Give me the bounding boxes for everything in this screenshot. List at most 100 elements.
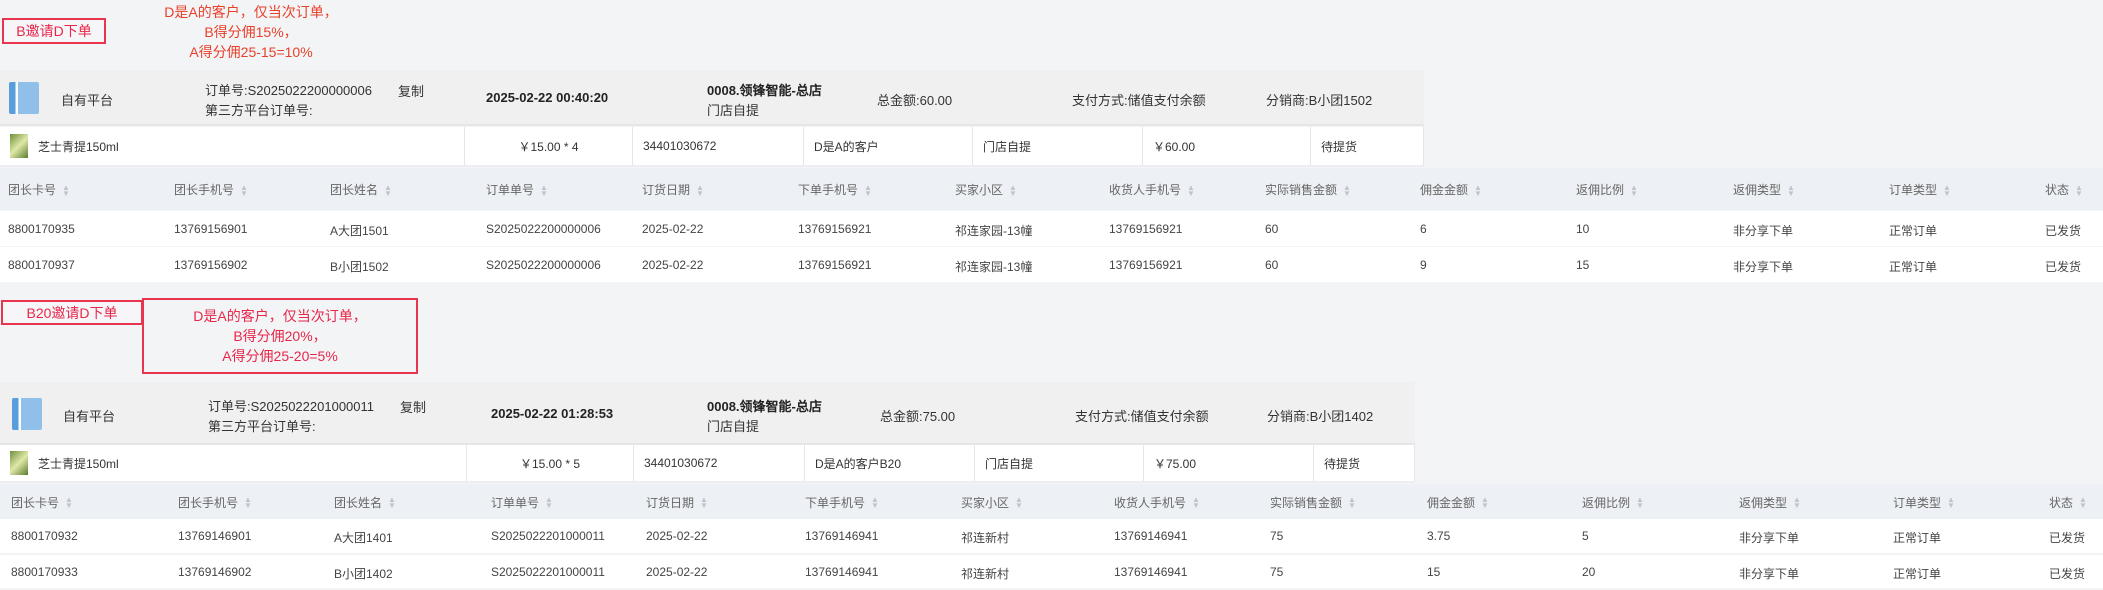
column-header[interactable]: 团长姓名 ▲ ▼: [334, 494, 396, 511]
table-cell: 20: [1582, 564, 1596, 579]
sort-icon[interactable]: ▲ ▼: [700, 496, 708, 510]
annotation-line: D是A的客户，仅当次订单，: [164, 4, 338, 20]
product-price-qty: ￥15.00 * 4: [465, 127, 633, 165]
table-cell: 已发货: [2049, 531, 2086, 545]
table-cell: 13769146901: [178, 529, 252, 543]
column-header[interactable]: 返佣比例 ▲ ▼: [1582, 494, 1644, 511]
sort-icon[interactable]: ▲ ▼: [545, 496, 553, 510]
table-row: 8800170933 13769146902 B小团1402 S20250222010…: [0, 555, 2103, 588]
column-header[interactable]: 订货日期 ▲ ▼: [642, 181, 704, 198]
column-header[interactable]: 实际销售金额 ▲ ▼: [1270, 494, 1356, 511]
sort-icon[interactable]: ▲ ▼: [62, 183, 70, 197]
sort-icon[interactable]: ▲ ▼: [871, 496, 879, 510]
column-header[interactable]: 订单单号 ▲ ▼: [491, 494, 553, 511]
sort-icon[interactable]: ▲ ▼: [1787, 183, 1795, 197]
table-cell: 3.75: [1427, 529, 1451, 543]
sort-icon[interactable]: ▲ ▼: [2079, 496, 2087, 510]
table-header: 团长卡号 ▲ ▼ 团长手机号 ▲ ▼ 团长姓名 ▲ ▼ 订单单号 ▲ ▼ 订货日期 ▲ ▼ 下单手机号 ▲ ▼ 买家…: [0, 168, 2103, 210]
product-row: 芝士青提150ml ￥15.00 * 5 34401030672 D是A的客户B20 门…: [0, 445, 1415, 483]
column-label: 团长姓名: [330, 183, 379, 197]
sort-icon[interactable]: ▲ ▼: [1793, 496, 1801, 510]
sort-icon[interactable]: ▲ ▼: [1348, 496, 1356, 510]
table-cell: 75: [1270, 529, 1284, 543]
column-header[interactable]: 状态 ▲ ▼: [2045, 181, 2083, 198]
column-header[interactable]: 返佣类型 ▲ ▼: [1739, 494, 1801, 511]
column-header[interactable]: 收货人手机号 ▲ ▼: [1114, 494, 1200, 511]
table-cell: 非分享下单: [1733, 259, 1794, 274]
sort-icon[interactable]: ▲ ▼: [1947, 496, 1955, 510]
sort-icon[interactable]: ▲ ▼: [1630, 183, 1638, 197]
table-cell: 已发货: [2045, 223, 2082, 238]
table-cell: 15: [1427, 564, 1441, 579]
sort-icon[interactable]: ▲ ▼: [864, 183, 872, 197]
payment-method: 支付方式:储值支付余额: [1072, 93, 1206, 108]
store-name: 0008.领锋智能-总店: [707, 398, 822, 414]
column-header[interactable]: 返佣比例 ▲ ▼: [1576, 181, 1638, 198]
column-header[interactable]: 团长姓名 ▲ ▼: [330, 181, 392, 198]
table-cell: 13769156921: [1109, 221, 1183, 236]
sort-icon[interactable]: ▲ ▼: [1187, 183, 1195, 197]
sort-icon[interactable]: ▲ ▼: [1943, 183, 1951, 197]
column-header[interactable]: 佣金金额 ▲ ▼: [1427, 494, 1489, 511]
product-pickup-text: 门店自提: [983, 139, 1032, 154]
table-row: 8800170932 13769146901 A大团1401 S20250222010…: [0, 519, 2103, 553]
column-header[interactable]: 买家小区 ▲ ▼: [961, 494, 1023, 511]
order-header: 自有平台 订单号:S2025022201000011 复制 第三方平台订单号: 2025…: [0, 382, 1415, 445]
note-label: B20邀请D下单: [1, 300, 143, 325]
product-name: 芝士青提150ml: [0, 127, 465, 165]
column-header[interactable]: 订货日期 ▲ ▼: [646, 494, 708, 511]
column-header[interactable]: 下单手机号 ▲ ▼: [805, 494, 879, 511]
platform-name: 自有平台: [61, 93, 114, 108]
table-cell: 2025-02-22: [642, 257, 704, 272]
sort-icon[interactable]: ▲ ▼: [1009, 183, 1017, 197]
column-header[interactable]: 实际销售金额 ▲ ▼: [1265, 181, 1351, 198]
column-header[interactable]: 下单手机号 ▲ ▼: [798, 181, 872, 198]
column-label: 收货人手机号: [1114, 495, 1187, 510]
sort-icon[interactable]: ▲ ▼: [696, 183, 704, 197]
column-header[interactable]: 团长卡号 ▲ ▼: [11, 494, 73, 511]
table-cell: 已发货: [2049, 566, 2086, 581]
table-cell: 2025-02-22: [646, 564, 708, 579]
column-header[interactable]: 订单类型 ▲ ▼: [1889, 181, 1951, 198]
sort-icon[interactable]: ▲ ▼: [240, 183, 248, 197]
sort-icon[interactable]: ▲ ▼: [1192, 496, 1200, 510]
sort-icon[interactable]: ▲ ▼: [1481, 496, 1489, 510]
sort-icon[interactable]: ▲ ▼: [1343, 183, 1351, 197]
annotation: D是A的客户，仅当次订单， B得分佣20%， A得分佣25-20=5%: [142, 298, 418, 374]
delivery-method: 门店自提: [707, 103, 760, 118]
order-number: 订单号:S2025022200000006: [205, 83, 372, 98]
copy-link[interactable]: 复制: [398, 81, 424, 100]
column-header[interactable]: 团长手机号 ▲ ▼: [178, 494, 252, 511]
sort-icon[interactable]: ▲ ▼: [65, 496, 73, 510]
table-cell: 祁连新村: [961, 566, 1010, 581]
column-header[interactable]: 订单单号 ▲ ▼: [486, 181, 548, 198]
sort-icon[interactable]: ▲ ▼: [1474, 183, 1482, 197]
order-number: 订单号:S2025022201000011: [208, 398, 374, 414]
sort-icon[interactable]: ▲ ▼: [1015, 496, 1023, 510]
column-header[interactable]: 团长手机号 ▲ ▼: [174, 181, 248, 198]
table-cell: 祁连家园-13幢: [955, 223, 1033, 238]
table-row: 8800170937 13769156902 B小团1502 S20250222000…: [0, 247, 2103, 282]
column-header[interactable]: 返佣类型 ▲ ▼: [1733, 181, 1795, 198]
sort-icon[interactable]: ▲ ▼: [1636, 496, 1644, 510]
column-header[interactable]: 状态 ▲ ▼: [2049, 494, 2087, 511]
column-header[interactable]: 团长卡号 ▲ ▼: [8, 181, 70, 198]
order-header: 自有平台 订单号:S2025022200000006 复制 第三方平台订单号: 2025…: [0, 70, 1424, 126]
column-header[interactable]: 佣金金额 ▲ ▼: [1420, 181, 1482, 198]
annotation: D是A的客户，仅当次订单， B得分佣15%， A得分佣25-15=10%: [126, 2, 376, 64]
sort-icon[interactable]: ▲ ▼: [388, 496, 396, 510]
product-remark: D是A的客户B20: [805, 445, 975, 481]
column-header[interactable]: 订单类型 ▲ ▼: [1893, 494, 1955, 511]
column-label: 状态: [2045, 183, 2070, 197]
product-price_qty-text: ￥15.00 * 5: [519, 456, 581, 471]
total-amount: 总金额:60.00: [877, 93, 953, 108]
sort-icon[interactable]: ▲ ▼: [244, 496, 252, 510]
copy-link[interactable]: 复制: [400, 397, 426, 416]
sort-icon[interactable]: ▲ ▼: [2075, 183, 2083, 197]
column-header[interactable]: 收货人手机号 ▲ ▼: [1109, 181, 1195, 198]
table-cell: 正常订单: [1889, 259, 1938, 274]
sort-icon[interactable]: ▲ ▼: [384, 183, 392, 197]
sort-icon[interactable]: ▲ ▼: [540, 183, 548, 197]
column-header[interactable]: 买家小区 ▲ ▼: [955, 181, 1017, 198]
product-code: 34401030672: [634, 445, 805, 481]
